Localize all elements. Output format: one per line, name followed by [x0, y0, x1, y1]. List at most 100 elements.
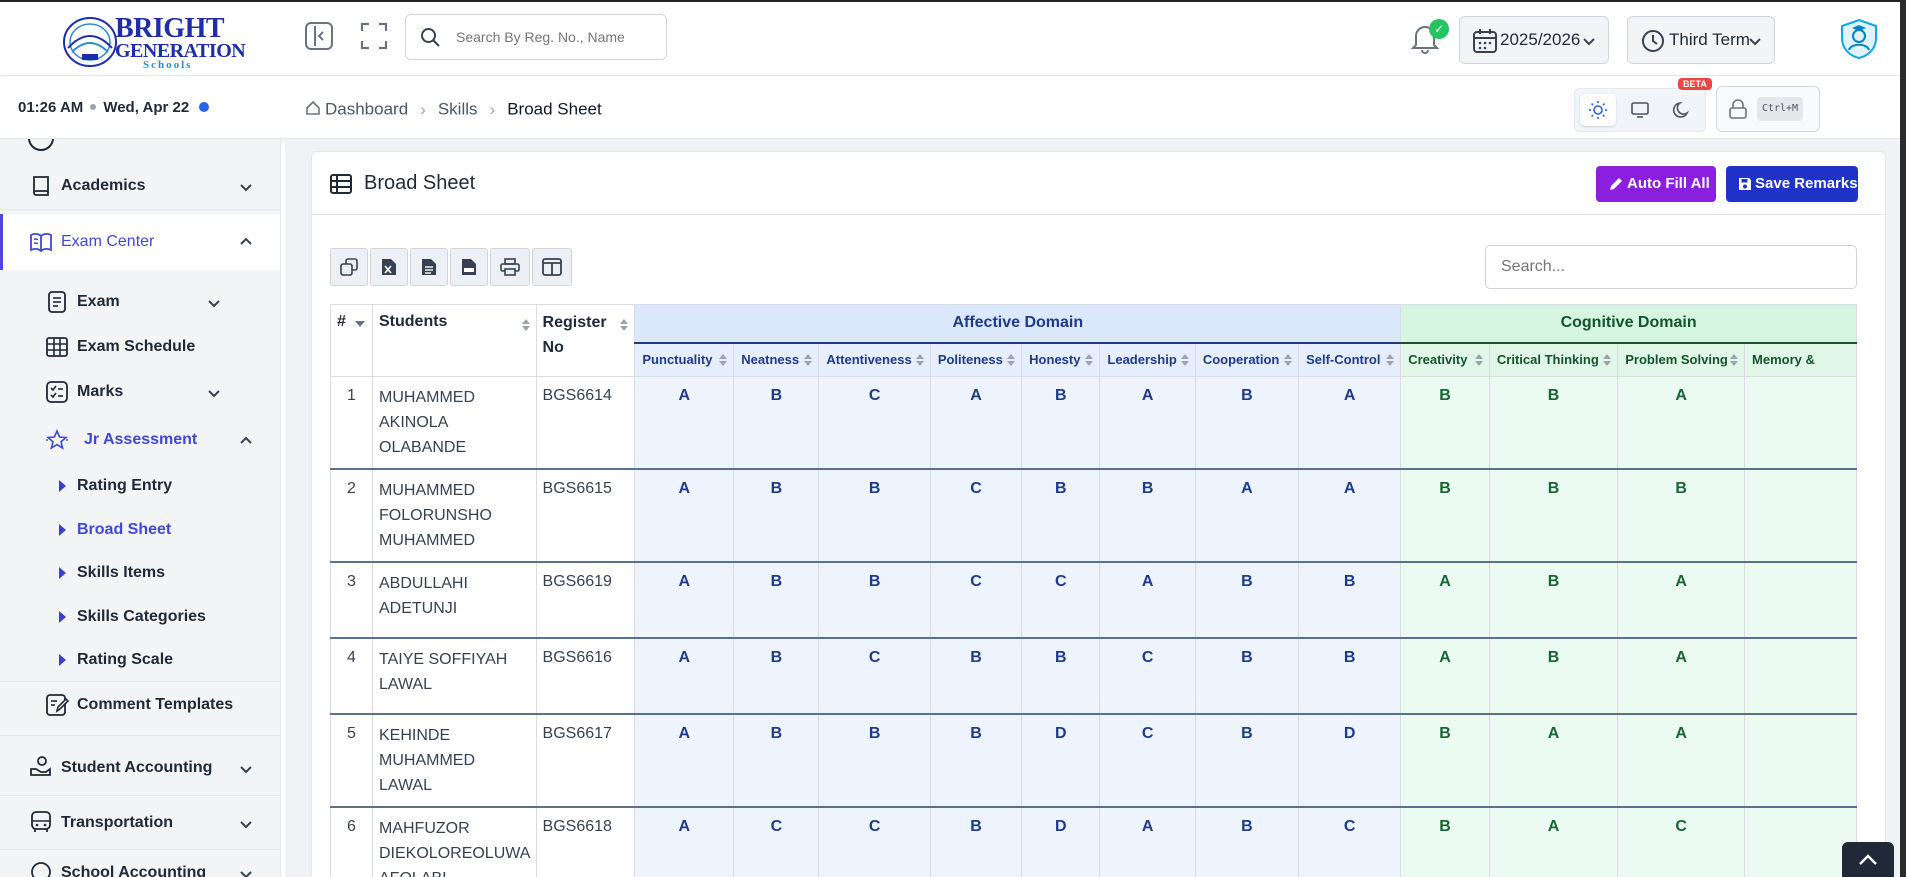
affective-rating-cell[interactable]: B: [1194, 376, 1300, 470]
affective-rating-cell[interactable]: B: [929, 637, 1023, 715]
sidebar-item-broad-sheet[interactable]: Broad Sheet: [0, 511, 280, 549]
cognitive-rating-cell[interactable]: B: [1400, 468, 1490, 563]
affective-rating-cell[interactable]: A: [634, 561, 735, 639]
affective-rating-cell[interactable]: B: [1194, 713, 1300, 808]
cognitive-rating-cell[interactable]: B: [1400, 806, 1490, 877]
sidebar-item-comment-templates[interactable]: Comment Templates: [0, 684, 280, 726]
cognitive-rating-cell[interactable]: A: [1488, 713, 1619, 808]
cognitive-rating-cell[interactable]: [1744, 561, 1857, 639]
affective-rating-cell[interactable]: D: [1021, 713, 1101, 808]
cognitive-rating-cell[interactable]: [1744, 637, 1857, 715]
column-header-students[interactable]: Students: [372, 304, 537, 377]
cognitive-rating-cell[interactable]: A: [1617, 637, 1746, 715]
affective-rating-cell[interactable]: A: [634, 806, 735, 877]
pdf-export-button[interactable]: [450, 248, 488, 286]
cognitive-rating-cell[interactable]: B: [1488, 561, 1619, 639]
excel-export-button[interactable]: [370, 248, 408, 286]
affective-rating-cell[interactable]: C: [818, 806, 931, 877]
breadcrumb-skills[interactable]: Skills: [438, 100, 478, 119]
sidebar-item-skills-items[interactable]: Skills Items: [0, 554, 280, 592]
affective-rating-cell[interactable]: D: [1021, 806, 1101, 877]
affective-rating-cell[interactable]: B: [733, 468, 820, 563]
cognitive-rating-cell[interactable]: A: [1488, 806, 1619, 877]
cognitive-rating-cell[interactable]: A: [1617, 713, 1746, 808]
skill-header-affective[interactable]: Politeness: [929, 342, 1023, 377]
cognitive-rating-cell[interactable]: [1744, 468, 1857, 563]
affective-rating-cell[interactable]: A: [1099, 806, 1196, 877]
cognitive-rating-cell[interactable]: C: [1617, 806, 1746, 877]
affective-rating-cell[interactable]: C: [929, 468, 1023, 563]
cognitive-rating-cell[interactable]: [1744, 376, 1857, 470]
sidebar-item-exam-schedule[interactable]: Exam Schedule: [0, 327, 280, 367]
affective-rating-cell[interactable]: B: [733, 376, 820, 470]
affective-rating-cell[interactable]: C: [733, 806, 820, 877]
skill-header-affective[interactable]: Punctuality: [634, 342, 735, 377]
affective-rating-cell[interactable]: A: [1099, 376, 1196, 470]
affective-rating-cell[interactable]: B: [1021, 637, 1101, 715]
skill-header-affective[interactable]: Neatness: [733, 342, 820, 377]
affective-rating-cell[interactable]: C: [929, 561, 1023, 639]
affective-rating-cell[interactable]: A: [634, 637, 735, 715]
scroll-to-top-button[interactable]: [1842, 842, 1894, 877]
sidebar-toggle-button[interactable]: [305, 22, 333, 50]
skill-header-affective[interactable]: Cooperation: [1194, 342, 1300, 377]
affective-rating-cell[interactable]: B: [733, 713, 820, 808]
sidebar-item-rating-scale[interactable]: Rating Scale: [0, 641, 280, 679]
sidebar-item-jr-assessment[interactable]: Jr Assessment: [0, 417, 280, 463]
sidebar-item-academics[interactable]: Academics: [0, 164, 280, 208]
sidebar-item-skills-categories[interactable]: Skills Categories: [0, 598, 280, 636]
affective-rating-cell[interactable]: C: [1099, 713, 1196, 808]
affective-rating-cell[interactable]: C: [1021, 561, 1101, 639]
sidebar-item-exam[interactable]: Exam: [0, 282, 280, 322]
save-remarks-button[interactable]: Save Remarks: [1726, 166, 1858, 202]
skill-header-cognitive[interactable]: Memory &: [1744, 342, 1857, 377]
affective-rating-cell[interactable]: B: [1021, 376, 1101, 470]
print-button[interactable]: [490, 248, 530, 286]
affective-rating-cell[interactable]: B: [1298, 637, 1402, 715]
affective-rating-cell[interactable]: A: [634, 376, 735, 470]
affective-rating-cell[interactable]: B: [1298, 561, 1402, 639]
affective-rating-cell[interactable]: A: [1298, 376, 1402, 470]
sidebar-item-rating-entry[interactable]: Rating Entry: [0, 467, 280, 505]
affective-rating-cell[interactable]: A: [929, 376, 1023, 470]
sidebar-item-exam-center[interactable]: Exam Center: [0, 214, 280, 270]
sidebar-item-student-accounting[interactable]: Student Accounting: [0, 744, 280, 792]
fullscreen-button[interactable]: [360, 22, 388, 50]
dark-theme-button[interactable]: [1664, 94, 1700, 126]
affective-rating-cell[interactable]: A: [634, 468, 735, 563]
cognitive-rating-cell[interactable]: A: [1400, 561, 1490, 639]
cognitive-rating-cell[interactable]: B: [1400, 713, 1490, 808]
session-selector[interactable]: 2025/2026: [1459, 16, 1609, 64]
header-search-input[interactable]: [456, 27, 656, 47]
cognitive-rating-cell[interactable]: B: [1488, 637, 1619, 715]
skill-header-cognitive[interactable]: Critical Thinking: [1488, 342, 1619, 377]
affective-rating-cell[interactable]: B: [818, 468, 931, 563]
sidebar-item-school-accounting[interactable]: School Accounting: [0, 851, 280, 877]
cognitive-rating-cell[interactable]: B: [1400, 376, 1490, 470]
cognitive-rating-cell[interactable]: A: [1617, 561, 1746, 639]
skill-header-affective[interactable]: Attentiveness: [818, 342, 931, 377]
cognitive-rating-cell[interactable]: B: [1488, 468, 1619, 563]
cognitive-rating-cell[interactable]: [1744, 806, 1857, 877]
affective-rating-cell[interactable]: A: [634, 713, 735, 808]
skill-header-cognitive[interactable]: Problem Solving: [1617, 342, 1746, 377]
light-theme-button[interactable]: [1580, 94, 1616, 126]
affective-rating-cell[interactable]: B: [1021, 468, 1101, 563]
affective-rating-cell[interactable]: C: [1099, 637, 1196, 715]
affective-rating-cell[interactable]: A: [1194, 468, 1300, 563]
header-search[interactable]: [405, 14, 667, 60]
sidebar-item-transportation[interactable]: Transportation: [0, 799, 280, 847]
affective-rating-cell[interactable]: D: [1298, 713, 1402, 808]
column-header-index[interactable]: #: [330, 304, 373, 377]
term-selector[interactable]: Third Term: [1627, 16, 1775, 64]
affective-rating-cell[interactable]: B: [929, 713, 1023, 808]
breadcrumb-dashboard[interactable]: Dashboard: [325, 100, 408, 119]
affective-rating-cell[interactable]: A: [1099, 561, 1196, 639]
cognitive-rating-cell[interactable]: B: [1617, 468, 1746, 563]
skill-header-affective[interactable]: Honesty: [1021, 342, 1101, 377]
sidebar-item-marks[interactable]: Marks: [0, 372, 280, 412]
affective-rating-cell[interactable]: C: [818, 376, 931, 470]
affective-rating-cell[interactable]: B: [818, 713, 931, 808]
affective-rating-cell[interactable]: B: [818, 561, 931, 639]
column-header-register-no[interactable]: Register No: [535, 304, 636, 377]
